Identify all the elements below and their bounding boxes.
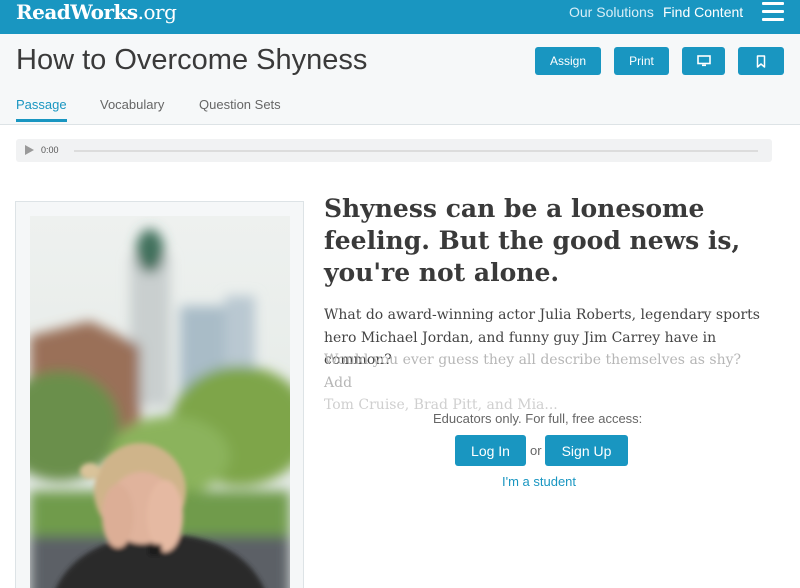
bookmark-icon: [756, 54, 766, 68]
play-icon[interactable]: [25, 145, 34, 155]
passage-image-card: [15, 201, 304, 588]
nav-find-content[interactable]: Find Content: [663, 4, 743, 20]
passage-line: What do award-winning actor Julia Robert…: [324, 307, 760, 323]
readworks-logo[interactable]: ReadWorks.org: [16, 0, 177, 24]
active-tab-indicator: [16, 119, 67, 122]
passage-line-faded: Would you ever guess they all describe t…: [324, 352, 742, 391]
nav-our-solutions[interactable]: Our Solutions: [569, 4, 654, 20]
hamburger-menu-icon[interactable]: [762, 2, 784, 21]
log-in-button[interactable]: Log In: [455, 435, 526, 466]
article-header: How to Overcome Shyness Assign Print Pas…: [0, 34, 800, 125]
passage-excerpt-faded: Would you ever guess they all describe t…: [324, 349, 764, 417]
logo-main: ReadWorks: [16, 0, 138, 24]
passage-headline: Shyness can be a lonesome feeling. But t…: [324, 194, 741, 287]
logo-suffix: .org: [137, 0, 177, 24]
print-button[interactable]: Print: [614, 47, 669, 75]
tab-question-sets[interactable]: Question Sets: [199, 97, 281, 113]
audio-progress-track[interactable]: [74, 150, 758, 152]
bookmark-button[interactable]: [738, 47, 784, 75]
audio-time: 0:00: [41, 145, 59, 155]
tab-passage[interactable]: Passage: [16, 97, 67, 113]
passage-photo: [30, 216, 290, 588]
or-separator: or: [530, 443, 542, 458]
monitor-icon: [696, 55, 711, 67]
access-note: Educators only. For full, free access:: [433, 411, 643, 426]
tab-vocabulary[interactable]: Vocabulary: [100, 97, 164, 113]
audio-player: 0:00: [16, 139, 772, 162]
assign-button[interactable]: Assign: [535, 47, 601, 75]
top-nav-bar: ReadWorks.org Our Solutions Find Content: [0, 0, 800, 34]
student-link[interactable]: I'm a student: [502, 474, 576, 490]
present-button[interactable]: [682, 47, 725, 75]
sign-up-button[interactable]: Sign Up: [545, 435, 628, 466]
page-title: How to Overcome Shyness: [16, 44, 368, 76]
